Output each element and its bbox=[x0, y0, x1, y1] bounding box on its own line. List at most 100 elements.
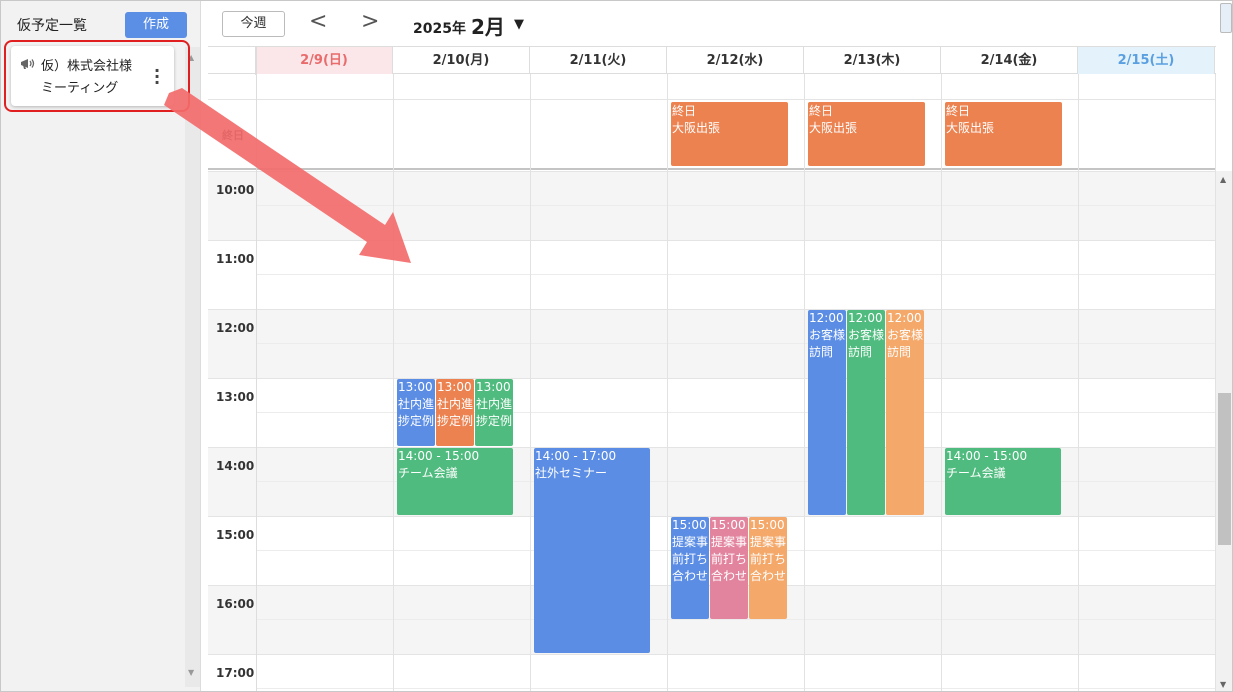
allday-label: 終日 bbox=[222, 129, 244, 142]
event-block[interactable]: 15:00 提案事前打ち合わせ bbox=[710, 517, 748, 619]
event-block[interactable]: 14:00 - 15:00 チーム会議 bbox=[945, 448, 1061, 515]
event-title: 前打ち bbox=[711, 552, 748, 566]
day-header[interactable]: 2/9(日) bbox=[256, 47, 393, 74]
day-header[interactable]: 2/12(水) bbox=[667, 47, 804, 74]
event-title: 訪問 bbox=[848, 345, 873, 359]
day-header[interactable]: 2/11(火) bbox=[530, 47, 667, 74]
time-label: 14:00 bbox=[216, 459, 255, 473]
event-time: 15:00 bbox=[672, 518, 707, 532]
event-block[interactable]: 15:00 提案事 前打ち 合わせ bbox=[749, 517, 787, 619]
event-block[interactable]: 14:00 - 15:00 チーム会議 bbox=[397, 448, 513, 515]
day-divider bbox=[393, 74, 394, 691]
event-time: 14:00 - 15:00 bbox=[946, 449, 1028, 463]
event-title: 合わせ bbox=[750, 569, 787, 583]
day-header[interactable]: 2/13(木) bbox=[804, 47, 941, 74]
time-label: 15:00 bbox=[216, 528, 255, 542]
calendar-scrollbar[interactable]: ▲ ▼ bbox=[1216, 171, 1232, 691]
tentative-sidebar: 仮予定一覧 作成 ▲ ▼ 仮）株式会社様 ミーティング · · · bbox=[1, 1, 201, 691]
allday-event[interactable]: 終日 大阪出張 bbox=[671, 102, 788, 166]
day-divider bbox=[667, 74, 668, 691]
allday-row: 終日 終日 大阪出張 終日 大阪出張 終日 大阪出張 bbox=[208, 100, 1216, 170]
event-title: お客様 bbox=[887, 328, 924, 342]
event-title: 捗定例 bbox=[437, 414, 474, 428]
month-label[interactable]: 2月 bbox=[471, 11, 505, 40]
calendar-scroll-down-icon[interactable]: ▼ bbox=[1220, 680, 1226, 689]
sidebar-scrollbar[interactable] bbox=[185, 47, 200, 687]
event-title: チーム会議 bbox=[398, 466, 458, 480]
day-divider bbox=[530, 74, 531, 691]
event-time: 15:00 bbox=[711, 518, 746, 532]
event-title: 捗定例 bbox=[398, 414, 435, 428]
time-label: 16:00 bbox=[216, 597, 255, 611]
event-title: 前打ち bbox=[672, 552, 709, 566]
time-label: 11:00 bbox=[216, 252, 255, 266]
event-title: 前打ち bbox=[750, 552, 787, 566]
event-time: 12:00 bbox=[848, 311, 883, 325]
allday-event-title: 大阪出張 bbox=[672, 121, 721, 135]
create-button[interactable]: 作成 bbox=[125, 12, 187, 38]
hour-row[interactable] bbox=[208, 654, 1216, 691]
year-label: 2025年 bbox=[413, 21, 466, 37]
next-week-button[interactable]: > bbox=[361, 9, 379, 34]
day-divider bbox=[804, 74, 805, 691]
event-title: チーム会議 bbox=[946, 466, 1006, 480]
event-title: 合わせ bbox=[672, 569, 709, 583]
time-label: 17:00 bbox=[216, 666, 255, 680]
half-hour-line bbox=[256, 619, 1216, 620]
event-block[interactable]: 12:00 お客様訪問 bbox=[808, 310, 846, 515]
time-label: 10:00 bbox=[216, 183, 255, 197]
event-block[interactable]: 13:00 社内進捗定例 bbox=[436, 379, 474, 446]
allday-event-label: 終日 bbox=[946, 104, 971, 118]
event-block[interactable]: 13:00 社内進 捗定例 bbox=[397, 379, 435, 446]
day-header[interactable]: 2/15(土) bbox=[1078, 47, 1215, 74]
half-hour-line bbox=[256, 343, 1216, 344]
day-header-row: 2/9(日) 2/10(月) 2/11(火) 2/12(水) 2/13(木) 2/14(金… bbox=[208, 46, 1216, 75]
event-title: 提案事 bbox=[672, 535, 709, 549]
event-block[interactable]: 13:00 社内進捗定例 bbox=[475, 379, 513, 446]
event-time: 13:00 bbox=[437, 380, 472, 394]
allday-event[interactable]: 終日 大阪出張 bbox=[945, 102, 1062, 166]
event-block[interactable]: 15:00 提案事前打ち合わせ bbox=[671, 517, 709, 619]
event-title: 社内進 bbox=[476, 397, 513, 411]
day-divider bbox=[941, 74, 942, 691]
day-header[interactable]: 2/10(月) bbox=[393, 47, 530, 74]
event-title: 訪問 bbox=[809, 345, 834, 359]
allday-event-label: 終日 bbox=[672, 104, 697, 118]
sidebar-title: 仮予定一覧 bbox=[17, 18, 87, 34]
this-week-button[interactable]: 今週 bbox=[222, 11, 285, 37]
event-time: 15:00 bbox=[750, 518, 785, 532]
week-calendar: 2/9(日) 2/10(月) 2/11(火) 2/12(水) 2/13(木) 2/14(金… bbox=[208, 46, 1216, 691]
day-divider bbox=[1078, 74, 1079, 691]
month-dropdown-icon[interactable]: ▼ bbox=[514, 17, 524, 32]
event-block[interactable]: 12:00 お客様 訪問 bbox=[847, 310, 885, 515]
calendar-scroll-up-icon[interactable]: ▲ bbox=[1220, 175, 1226, 184]
event-title: 合わせ bbox=[711, 569, 748, 583]
header-gutter bbox=[208, 47, 256, 75]
event-title: お客様 bbox=[809, 328, 846, 342]
window-corner-control[interactable] bbox=[1220, 3, 1232, 33]
event-title: 社外セミナー bbox=[535, 466, 608, 480]
event-block[interactable]: 14:00 - 17:00 社外セミナー bbox=[534, 448, 650, 653]
day-header[interactable]: 2/14(金) bbox=[941, 47, 1078, 74]
event-time: 14:00 - 15:00 bbox=[398, 449, 480, 463]
half-hour-line bbox=[256, 274, 1216, 275]
event-title: 社内進 bbox=[437, 397, 474, 411]
time-label: 12:00 bbox=[216, 321, 255, 335]
event-time: 13:00 bbox=[476, 380, 511, 394]
allday-event-title: 大阪出張 bbox=[809, 121, 858, 135]
event-time: 12:00 bbox=[809, 311, 844, 325]
event-title: 社内進 bbox=[398, 397, 435, 411]
half-hour-line bbox=[256, 205, 1216, 206]
event-title: 提案事 bbox=[711, 535, 748, 549]
event-title: 捗定例 bbox=[476, 414, 513, 428]
calendar-app: 仮予定一覧 作成 ▲ ▼ 仮）株式会社様 ミーティング · · · 今週 < > 2… bbox=[0, 0, 1233, 692]
prev-week-button[interactable]: < bbox=[309, 9, 327, 34]
calendar-scroll-thumb[interactable] bbox=[1218, 393, 1231, 545]
event-time: 14:00 - 17:00 bbox=[535, 449, 617, 463]
allday-event[interactable]: 終日 大阪出張 bbox=[808, 102, 925, 166]
calendar-toolbar: 今週 < > 2025年 2月 ▼ bbox=[201, 1, 1232, 47]
event-block[interactable]: 12:00 お客様 訪問 bbox=[886, 310, 924, 515]
sidebar-scroll-down-icon[interactable]: ▼ bbox=[188, 668, 194, 677]
allday-event-label: 終日 bbox=[809, 104, 834, 118]
highlight-annotation bbox=[4, 40, 190, 112]
